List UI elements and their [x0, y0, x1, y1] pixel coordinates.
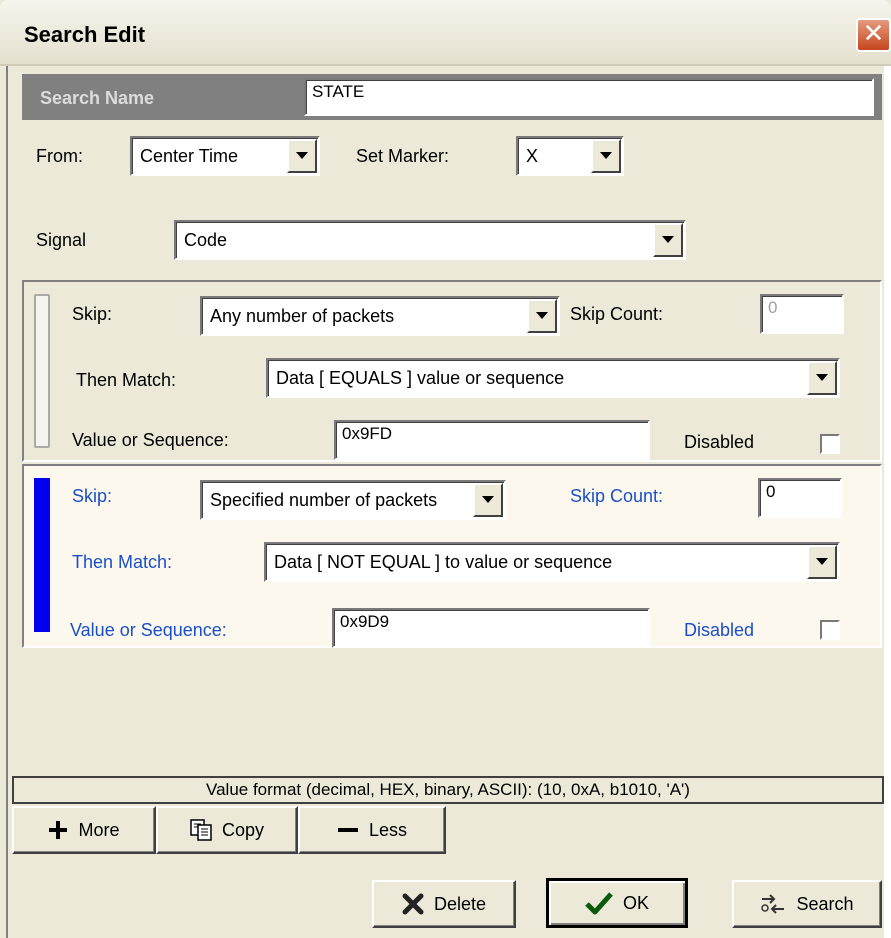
- signal-select[interactable]: Code: [174, 220, 686, 260]
- then-match-select[interactable]: Data [ NOT EQUAL ] to value or sequence: [264, 542, 840, 582]
- skip-select[interactable]: Any number of packets: [200, 296, 560, 336]
- skip-count-input[interactable]: 0: [758, 478, 842, 518]
- search-name-label: Search Name: [40, 88, 155, 108]
- ok-button-label: OK: [622, 892, 649, 913]
- clause-list-empty-area: [22, 650, 882, 770]
- disabled-checkbox[interactable]: [820, 620, 840, 640]
- less-button-label: Less: [368, 819, 408, 840]
- search-name-bar: Search Name STATE: [22, 74, 882, 120]
- then-match-select-value: Data [ EQUALS ] value or sequence: [276, 367, 565, 388]
- skip-select[interactable]: Specified number of packets: [200, 480, 506, 520]
- more-button[interactable]: More: [12, 806, 156, 854]
- disabled-label: Disabled: [684, 620, 755, 640]
- copy-icon: [190, 819, 212, 841]
- copy-button-label: Copy: [221, 819, 265, 840]
- chevron-down-icon[interactable]: [473, 483, 503, 517]
- skip-count-label: Skip Count:: [570, 304, 664, 324]
- title-bar[interactable]: Search Edit ✕: [0, 0, 891, 66]
- then-match-label: Then Match:: [72, 552, 173, 572]
- search-clause-selected[interactable]: Skip: Specified number of packets Skip C…: [22, 464, 882, 648]
- skip-label: Skip:: [72, 486, 113, 506]
- delete-button[interactable]: Delete: [372, 880, 516, 928]
- set-marker-select[interactable]: X: [516, 136, 624, 176]
- search-icon: [760, 893, 786, 915]
- from-select-value: Center Time: [140, 145, 239, 166]
- close-button[interactable]: ✕: [856, 18, 891, 52]
- chevron-down-icon[interactable]: [653, 223, 683, 257]
- then-match-select-value: Data [ NOT EQUAL ] to value or sequence: [274, 551, 613, 572]
- value-or-sequence-input[interactable]: 0x9FD: [334, 420, 650, 460]
- value-or-sequence-input[interactable]: 0x9D9: [332, 608, 650, 648]
- x-mark-icon: [402, 893, 424, 915]
- skip-select-value: Specified number of packets: [210, 489, 438, 510]
- then-match-select[interactable]: Data [ EQUALS ] value or sequence: [266, 358, 840, 398]
- search-button[interactable]: Search: [732, 880, 882, 928]
- value-or-sequence-label: Value or Sequence:: [70, 620, 227, 640]
- search-button-label: Search: [796, 893, 854, 914]
- close-icon: ✕: [862, 19, 885, 49]
- disabled-checkbox[interactable]: [820, 434, 840, 454]
- then-match-label: Then Match:: [76, 370, 177, 390]
- signal-select-value: Code: [184, 229, 228, 250]
- window-right-border: [884, 66, 891, 938]
- clause-selector[interactable]: [34, 478, 50, 632]
- value-or-sequence-label: Value or Sequence:: [72, 430, 229, 450]
- chevron-down-icon[interactable]: [591, 139, 621, 173]
- clause-selector[interactable]: [34, 294, 50, 448]
- search-name-input[interactable]: STATE: [304, 78, 874, 116]
- window-title: Search Edit: [24, 22, 146, 47]
- checkmark-icon: [585, 891, 613, 915]
- window-left-border: [6, 66, 8, 938]
- less-button[interactable]: Less: [298, 806, 446, 854]
- set-marker-label: Set Marker:: [356, 146, 450, 166]
- search-clause[interactable]: Skip: Any number of packets Skip Count: …: [22, 280, 882, 462]
- skip-count-label: Skip Count:: [570, 486, 664, 506]
- chevron-down-icon[interactable]: [807, 361, 837, 395]
- skip-count-input[interactable]: 0: [760, 294, 844, 334]
- search-edit-dialog: Search Edit ✕ Search Name STATE From: Ce…: [0, 0, 891, 938]
- copy-button[interactable]: Copy: [156, 806, 298, 854]
- disabled-label: Disabled: [684, 432, 755, 452]
- chevron-down-icon[interactable]: [527, 299, 557, 333]
- signal-label: Signal: [36, 230, 87, 250]
- skip-select-value: Any number of packets: [210, 305, 395, 326]
- skip-label: Skip:: [72, 304, 113, 324]
- ok-button[interactable]: OK: [546, 878, 688, 928]
- chevron-down-icon[interactable]: [807, 545, 837, 579]
- minus-icon: [337, 820, 359, 840]
- delete-button-label: Delete: [433, 893, 487, 914]
- from-select[interactable]: Center Time: [130, 136, 320, 176]
- from-label: From:: [36, 146, 83, 166]
- more-button-label: More: [78, 819, 120, 840]
- set-marker-select-value: X: [526, 145, 539, 166]
- value-format-hint: Value format (decimal, HEX, binary, ASCI…: [12, 776, 884, 804]
- plus-icon: [48, 820, 68, 840]
- chevron-down-icon[interactable]: [287, 139, 317, 173]
